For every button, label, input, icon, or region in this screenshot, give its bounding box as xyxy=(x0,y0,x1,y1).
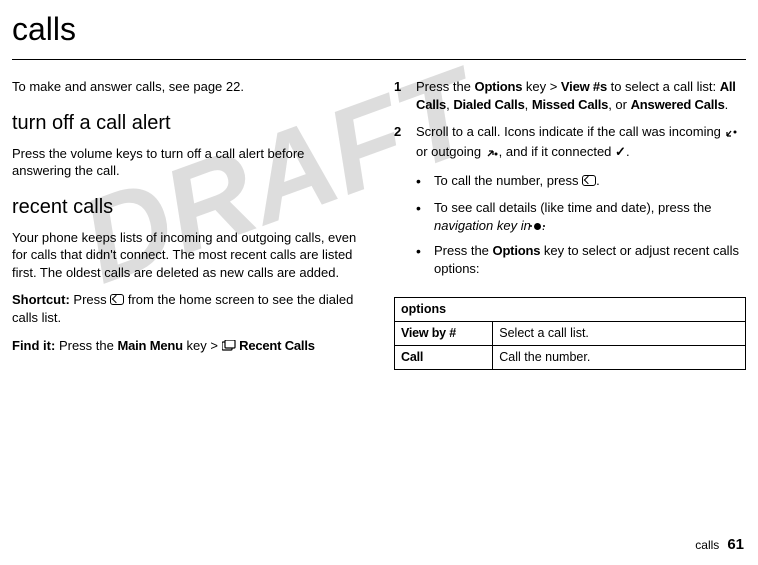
footer-section: calls xyxy=(695,537,719,553)
b3: Press the Options key to select or adjus… xyxy=(434,242,746,277)
row-desc-call: Call the number. xyxy=(493,346,746,370)
shortcut-label: Shortcut: xyxy=(12,292,70,307)
page-number: 61 xyxy=(727,535,744,555)
options-key-1: Options xyxy=(475,79,523,94)
row-label-viewby: View by # xyxy=(395,322,493,346)
incoming-icon xyxy=(725,125,739,143)
send-key-icon xyxy=(110,294,124,305)
s2c: , and if it connected xyxy=(499,144,615,159)
s1c: to select a call list: xyxy=(607,79,720,94)
bullet-details: To see call details (like time and date)… xyxy=(416,199,746,234)
left-column: To make and answer calls, see page 22. t… xyxy=(12,78,364,370)
options-key-2: Options xyxy=(493,243,541,258)
table-header-row: options xyxy=(395,298,746,322)
options-table: options View by # Select a call list. Ca… xyxy=(394,297,746,370)
b3a: Press the xyxy=(434,243,493,258)
shortcut-text-a: Press xyxy=(73,292,110,307)
bullet-options: Press the Options key to select or adjus… xyxy=(416,242,746,277)
send-key-icon-2 xyxy=(582,175,596,186)
shortcut-paragraph: Shortcut: Press from the home screen to … xyxy=(12,291,364,326)
s1a: Press the xyxy=(416,79,475,94)
page-title: calls xyxy=(12,8,746,55)
step-1: 1 Press the Options key > View #s to sel… xyxy=(394,78,746,113)
step-2-text: Scroll to a call. Icons indicate if the … xyxy=(416,123,746,287)
recent-calls-icon xyxy=(222,339,236,357)
paragraph-turn-off: Press the volume keys to turn off a call… xyxy=(12,145,364,180)
s2b: or outgoing xyxy=(416,144,485,159)
right-column: 1 Press the Options key > View #s to sel… xyxy=(394,78,746,370)
findit-a: Press the xyxy=(59,338,118,353)
heading-recent-calls: recent calls xyxy=(12,194,364,221)
b1a: To call the number, press xyxy=(434,173,582,188)
step-1-text: Press the Options key > View #s to selec… xyxy=(416,78,746,113)
navigation-key-italic: navigation key in xyxy=(434,218,531,233)
or-text: , or xyxy=(608,97,630,112)
main-menu-key: Main Menu xyxy=(117,338,182,353)
s1b: key > xyxy=(522,79,561,94)
bullet-call: To call the number, press . xyxy=(416,172,746,191)
s2a: Scroll to a call. Icons indicate if the … xyxy=(416,124,725,139)
recent-calls-label: Recent Calls xyxy=(239,338,315,353)
step-number-1: 1 xyxy=(394,78,416,113)
answered-calls: Answered Calls xyxy=(631,97,725,112)
table-row: View by # Select a call list. xyxy=(395,322,746,346)
s2d: . xyxy=(626,144,630,159)
findit-label: Find it: xyxy=(12,338,55,353)
connected-check-icon: ✓ xyxy=(615,143,626,161)
outgoing-icon xyxy=(485,145,499,163)
two-column-layout: To make and answer calls, see page 22. t… xyxy=(12,78,746,370)
page-footer: calls 61 xyxy=(695,535,744,555)
b1b: . xyxy=(596,173,600,188)
missed-calls: Missed Calls xyxy=(532,97,608,112)
page-content: calls To make and answer calls, see page… xyxy=(12,8,746,370)
table-row: Call Call the number. xyxy=(395,346,746,370)
paragraph-recent-desc: Your phone keeps lists of incoming and o… xyxy=(12,229,364,282)
title-divider xyxy=(12,59,746,60)
step2-sublist: To call the number, press . To see call … xyxy=(416,172,746,277)
b2a: To see call details (like time and date)… xyxy=(434,200,711,215)
step-number-2: 2 xyxy=(394,123,416,287)
findit-paragraph: Find it: Press the Main Menu key > Recen… xyxy=(12,337,364,357)
options-header: options xyxy=(395,298,746,322)
b1: To call the number, press . xyxy=(434,172,600,191)
b2: To see call details (like time and date)… xyxy=(434,199,746,234)
step-2: 2 Scroll to a call. Icons indicate if th… xyxy=(394,123,746,287)
row-label-call: Call xyxy=(395,346,493,370)
intro-paragraph: To make and answer calls, see page 22. xyxy=(12,78,364,96)
findit-b: key > xyxy=(183,338,222,353)
row-desc-viewby: Select a call list. xyxy=(493,322,746,346)
dialed-calls: Dialed Calls xyxy=(453,97,524,112)
steps-list: 1 Press the Options key > View #s to sel… xyxy=(394,78,746,287)
view-hashes: View #s xyxy=(561,79,607,94)
heading-turn-off-alert: turn off a call alert xyxy=(12,110,364,137)
